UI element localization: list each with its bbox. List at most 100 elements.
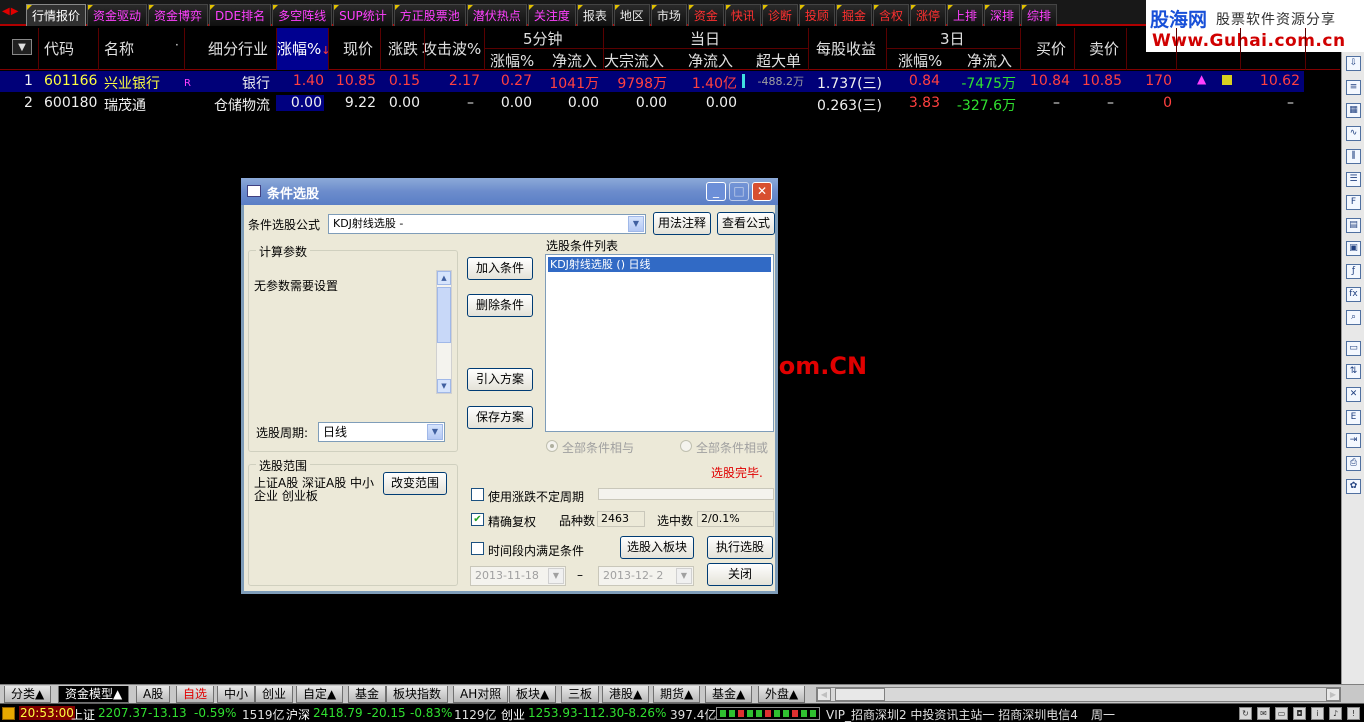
- scroll-thumb[interactable]: [437, 287, 451, 343]
- col-today-inflow[interactable]: 净流入: [688, 50, 733, 71]
- quote-list-icon[interactable]: ≡: [1346, 80, 1361, 95]
- conditions-list[interactable]: KDJ射线选股 () 日线: [545, 254, 774, 432]
- top-tab[interactable]: 潜伏热点: [466, 4, 527, 26]
- line-chart-icon[interactable]: ∿: [1346, 126, 1361, 141]
- bottom-tab[interactable]: 中小: [217, 686, 256, 703]
- column-menu-dropdown-icon[interactable]: ▼: [12, 39, 32, 55]
- server-info[interactable]: VIP_招商深圳2 中投资讯主站一 招商深圳电信4: [826, 706, 1078, 722]
- col-bid[interactable]: 买价: [1036, 38, 1066, 59]
- all-or-radio[interactable]: [680, 440, 692, 452]
- bottom-tab[interactable]: 自定▲: [296, 686, 344, 703]
- col-3day-inflow[interactable]: 净流入: [967, 50, 1012, 71]
- col-3day-change[interactable]: 涨幅%: [898, 50, 942, 71]
- col-5min-change[interactable]: 涨幅%: [490, 50, 534, 71]
- lock-icon[interactable]: ◘: [1293, 707, 1306, 720]
- top-tab[interactable]: SUP统计: [333, 4, 393, 26]
- save-scheme-button[interactable]: 保存方案: [467, 406, 533, 429]
- refresh-icon[interactable]: ↻: [1239, 707, 1252, 720]
- period-select[interactable]: 日线 ▼: [318, 422, 445, 442]
- view-formula-button[interactable]: 查看公式: [717, 212, 775, 235]
- top-tab[interactable]: DDE排名: [209, 4, 272, 26]
- chevron-down-icon[interactable]: ▼: [676, 568, 692, 584]
- f10-icon[interactable]: F: [1346, 195, 1361, 210]
- bottom-tab[interactable]: 期货▲: [653, 686, 701, 703]
- bottom-tab[interactable]: 外盘▲: [758, 686, 806, 703]
- minimize-button[interactable]: _: [706, 182, 726, 201]
- top-tab[interactable]: 综排: [1021, 4, 1058, 26]
- top-tab[interactable]: 方正股票池: [393, 4, 466, 26]
- top-tab[interactable]: 资金博弈: [148, 4, 209, 26]
- col-block-inflow[interactable]: 大宗流入: [604, 50, 664, 71]
- col-change-pct[interactable]: 涨幅%↓: [277, 38, 330, 59]
- col-super-large[interactable]: 超大单: [756, 50, 801, 71]
- alert-icon[interactable]: !: [1347, 707, 1360, 720]
- scroll-right-icon[interactable]: ▶: [1326, 688, 1340, 701]
- down-arrow-icon[interactable]: ⇩: [1346, 56, 1361, 71]
- close-window-button[interactable]: ✕: [752, 182, 772, 201]
- kline-chart-icon[interactable]: ⫼: [1346, 149, 1361, 164]
- detail-icon[interactable]: ☰: [1346, 172, 1361, 187]
- list-item[interactable]: KDJ射线选股 () 日线: [548, 257, 771, 272]
- col-change[interactable]: 涨跌: [388, 38, 418, 59]
- import-scheme-button[interactable]: 引入方案: [467, 368, 533, 391]
- top-tab[interactable]: 多空阵线: [272, 4, 333, 26]
- tab-scroll-arrows-icon[interactable]: ◀▶: [2, 6, 19, 17]
- date-from-picker[interactable]: 2013-11-18 ▼: [470, 566, 566, 586]
- top-tab[interactable]: 投顾: [798, 4, 835, 26]
- sort-arrows-icon[interactable]: ⇅: [1346, 364, 1361, 379]
- etf-icon[interactable]: E: [1346, 410, 1361, 425]
- delete-condition-button[interactable]: 删除条件: [467, 294, 533, 317]
- bottom-tab[interactable]: 基金: [348, 686, 387, 703]
- chevron-down-icon[interactable]: ▼: [548, 568, 564, 584]
- bottom-tab[interactable]: 港股▲: [602, 686, 650, 703]
- export-icon[interactable]: ⇥: [1346, 433, 1361, 448]
- col-name[interactable]: 名称: [104, 38, 134, 59]
- printer-icon[interactable]: ⎙: [1346, 456, 1361, 471]
- add-condition-button[interactable]: 加入条件: [467, 257, 533, 280]
- top-tab[interactable]: 资金驱动: [87, 4, 148, 26]
- horizontal-scrollbar[interactable]: ◀ ▶: [816, 687, 1341, 702]
- top-tab[interactable]: 市场: [650, 4, 687, 26]
- maximize-button[interactable]: □: [729, 182, 749, 201]
- cross-icon[interactable]: ✕: [1346, 387, 1361, 402]
- col-5min-inflow[interactable]: 净流入: [552, 50, 597, 71]
- top-tab[interactable]: 快讯: [724, 4, 761, 26]
- top-tab[interactable]: 涨停: [909, 4, 946, 26]
- bottom-tab[interactable]: 三板: [561, 686, 600, 703]
- col-industry[interactable]: 细分行业: [208, 38, 268, 59]
- scroll-down-icon[interactable]: ▼: [437, 379, 451, 393]
- top-tab[interactable]: 含权: [872, 4, 909, 26]
- execute-selection-button[interactable]: 执行选股: [707, 536, 773, 559]
- col-ask[interactable]: 卖价: [1089, 38, 1119, 59]
- top-tab[interactable]: 深排: [984, 4, 1021, 26]
- col-eps[interactable]: 每股收益: [816, 38, 876, 59]
- table-row[interactable]: 1 601166 兴业银行 R 银行 1.40 10.85 0.15 2.17 …: [0, 71, 1304, 92]
- bottom-tab[interactable]: AH对照: [453, 686, 509, 703]
- formula-icon[interactable]: ƒ: [1346, 264, 1361, 279]
- search-icon[interactable]: ⌕: [1346, 310, 1361, 325]
- chevron-down-icon[interactable]: ▼: [427, 424, 443, 440]
- formula-select[interactable]: KDJ射线选股 - ▼: [328, 214, 646, 234]
- col-attack-wave[interactable]: 攻击波%: [422, 38, 481, 59]
- time-range-checkbox[interactable]: [471, 542, 484, 555]
- scroll-up-icon[interactable]: ▲: [437, 271, 451, 285]
- bottom-tab[interactable]: 板块▲: [509, 686, 557, 703]
- date-to-picker[interactable]: 2013-12- 2 ▼: [598, 566, 694, 586]
- params-scrollbar[interactable]: ▲ ▼: [436, 270, 452, 394]
- bottom-tab[interactable]: 自选: [176, 686, 215, 703]
- precise-adjust-checkbox[interactable]: ✔: [471, 513, 484, 526]
- mail-icon[interactable]: ✉: [1257, 707, 1270, 720]
- top-tab[interactable]: 掘金: [835, 4, 872, 26]
- change-scope-button[interactable]: 改变范围: [383, 472, 447, 495]
- bottom-tab[interactable]: 创业: [255, 686, 294, 703]
- top-tab[interactable]: 地区: [613, 4, 650, 26]
- scroll-thumb[interactable]: [835, 688, 885, 701]
- bottom-tab[interactable]: 资金模型▲: [58, 686, 130, 703]
- settings-icon[interactable]: ✿: [1346, 479, 1361, 494]
- chat-icon[interactable]: ▭: [1275, 707, 1288, 720]
- scroll-left-icon[interactable]: ◀: [817, 688, 831, 701]
- sound-icon[interactable]: ♪: [1329, 707, 1342, 720]
- usage-notes-button[interactable]: 用法注释: [653, 212, 711, 235]
- close-button[interactable]: 关闭: [707, 563, 773, 586]
- col-code[interactable]: 代码: [44, 38, 74, 59]
